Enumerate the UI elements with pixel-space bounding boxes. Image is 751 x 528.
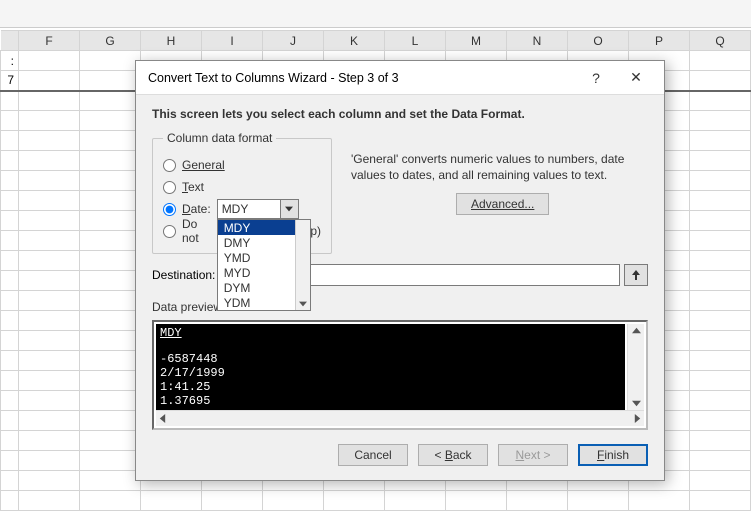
dialog-titlebar[interactable]: Convert Text to Columns Wizard - Step 3 … [136, 61, 664, 95]
wizard-button-row: Cancel < Back Next > Finish [152, 444, 648, 466]
radio-text[interactable]: Text [163, 177, 321, 197]
col-header[interactable]: O [568, 31, 629, 51]
formula-bar-area [0, 0, 751, 28]
corner-cell[interactable] [1, 31, 19, 51]
table-row [1, 491, 751, 511]
col-header[interactable]: G [80, 31, 141, 51]
col-header[interactable]: Q [690, 31, 751, 51]
preview-horizontal-scrollbar[interactable] [156, 410, 644, 426]
preview-line: -6587448 [160, 352, 621, 366]
preview-content[interactable]: MDY -6587448 2/17/1999 1:41.25 1.37695 [156, 324, 625, 410]
help-button[interactable]: ? [576, 64, 616, 92]
finish-button[interactable]: Finish [578, 444, 648, 466]
advanced-button[interactable]: Advanced... [456, 193, 549, 215]
preview-line: 1.37695 [160, 394, 621, 408]
preview-vertical-scrollbar[interactable] [627, 324, 644, 410]
dialog-title: Convert Text to Columns Wizard - Step 3 … [148, 71, 576, 85]
data-preview: MDY -6587448 2/17/1999 1:41.25 1.37695 [152, 320, 648, 430]
cell[interactable]: 7 [1, 71, 19, 91]
cell[interactable]: : [1, 51, 19, 71]
column-data-format-group: Column data format General Text Date: MD… [152, 131, 332, 254]
col-header[interactable]: L [385, 31, 446, 51]
col-header[interactable]: F [19, 31, 80, 51]
dropdown-scrollbar[interactable] [295, 220, 310, 310]
col-header[interactable]: I [202, 31, 263, 51]
column-header-row: F G H I J K L M N O P Q [1, 31, 751, 51]
group-label: Column data format [163, 131, 276, 145]
col-header[interactable]: K [324, 31, 385, 51]
arrow-up-icon [632, 327, 641, 334]
range-selector-button[interactable] [624, 264, 648, 286]
arrow-up-icon [631, 270, 641, 280]
preview-line: 1:41.25 [160, 380, 621, 394]
arrow-down-icon [632, 400, 641, 407]
preview-line: 2/17/1999 [160, 366, 621, 380]
preview-header[interactable]: MDY [160, 326, 621, 340]
close-icon: ✕ [630, 69, 642, 86]
intro-text: This screen lets you select each column … [152, 107, 648, 121]
col-header[interactable]: N [507, 31, 568, 51]
close-button[interactable]: ✕ [616, 64, 656, 92]
back-button[interactable]: < Back [418, 444, 488, 466]
next-button: Next > [498, 444, 568, 466]
format-info-text: 'General' converts numeric values to num… [351, 151, 631, 183]
radio-general-input[interactable] [163, 159, 176, 172]
radio-general[interactable]: General [163, 155, 321, 175]
radio-date-label[interactable]: Date: [182, 202, 211, 216]
arrow-left-icon [159, 414, 166, 423]
col-header[interactable]: J [263, 31, 324, 51]
cancel-button[interactable]: Cancel [338, 444, 408, 466]
radio-date-row: Date: MDY MDY DMY YMD MYD DYM YDM [163, 199, 321, 219]
col-header[interactable]: H [141, 31, 202, 51]
col-header[interactable]: M [446, 31, 507, 51]
radio-skip-input[interactable] [163, 225, 176, 238]
radio-date-input[interactable] [163, 203, 176, 216]
radio-text-input[interactable] [163, 181, 176, 194]
arrow-right-icon [634, 414, 641, 423]
col-header[interactable]: P [629, 31, 690, 51]
date-format-value: MDY [218, 200, 280, 218]
date-format-dropdown[interactable]: MDY DMY YMD MYD DYM YDM [217, 219, 311, 311]
chevron-down-icon[interactable] [280, 200, 298, 218]
text-to-columns-dialog: Convert Text to Columns Wizard - Step 3 … [135, 60, 665, 481]
date-format-combobox[interactable]: MDY [217, 199, 299, 219]
